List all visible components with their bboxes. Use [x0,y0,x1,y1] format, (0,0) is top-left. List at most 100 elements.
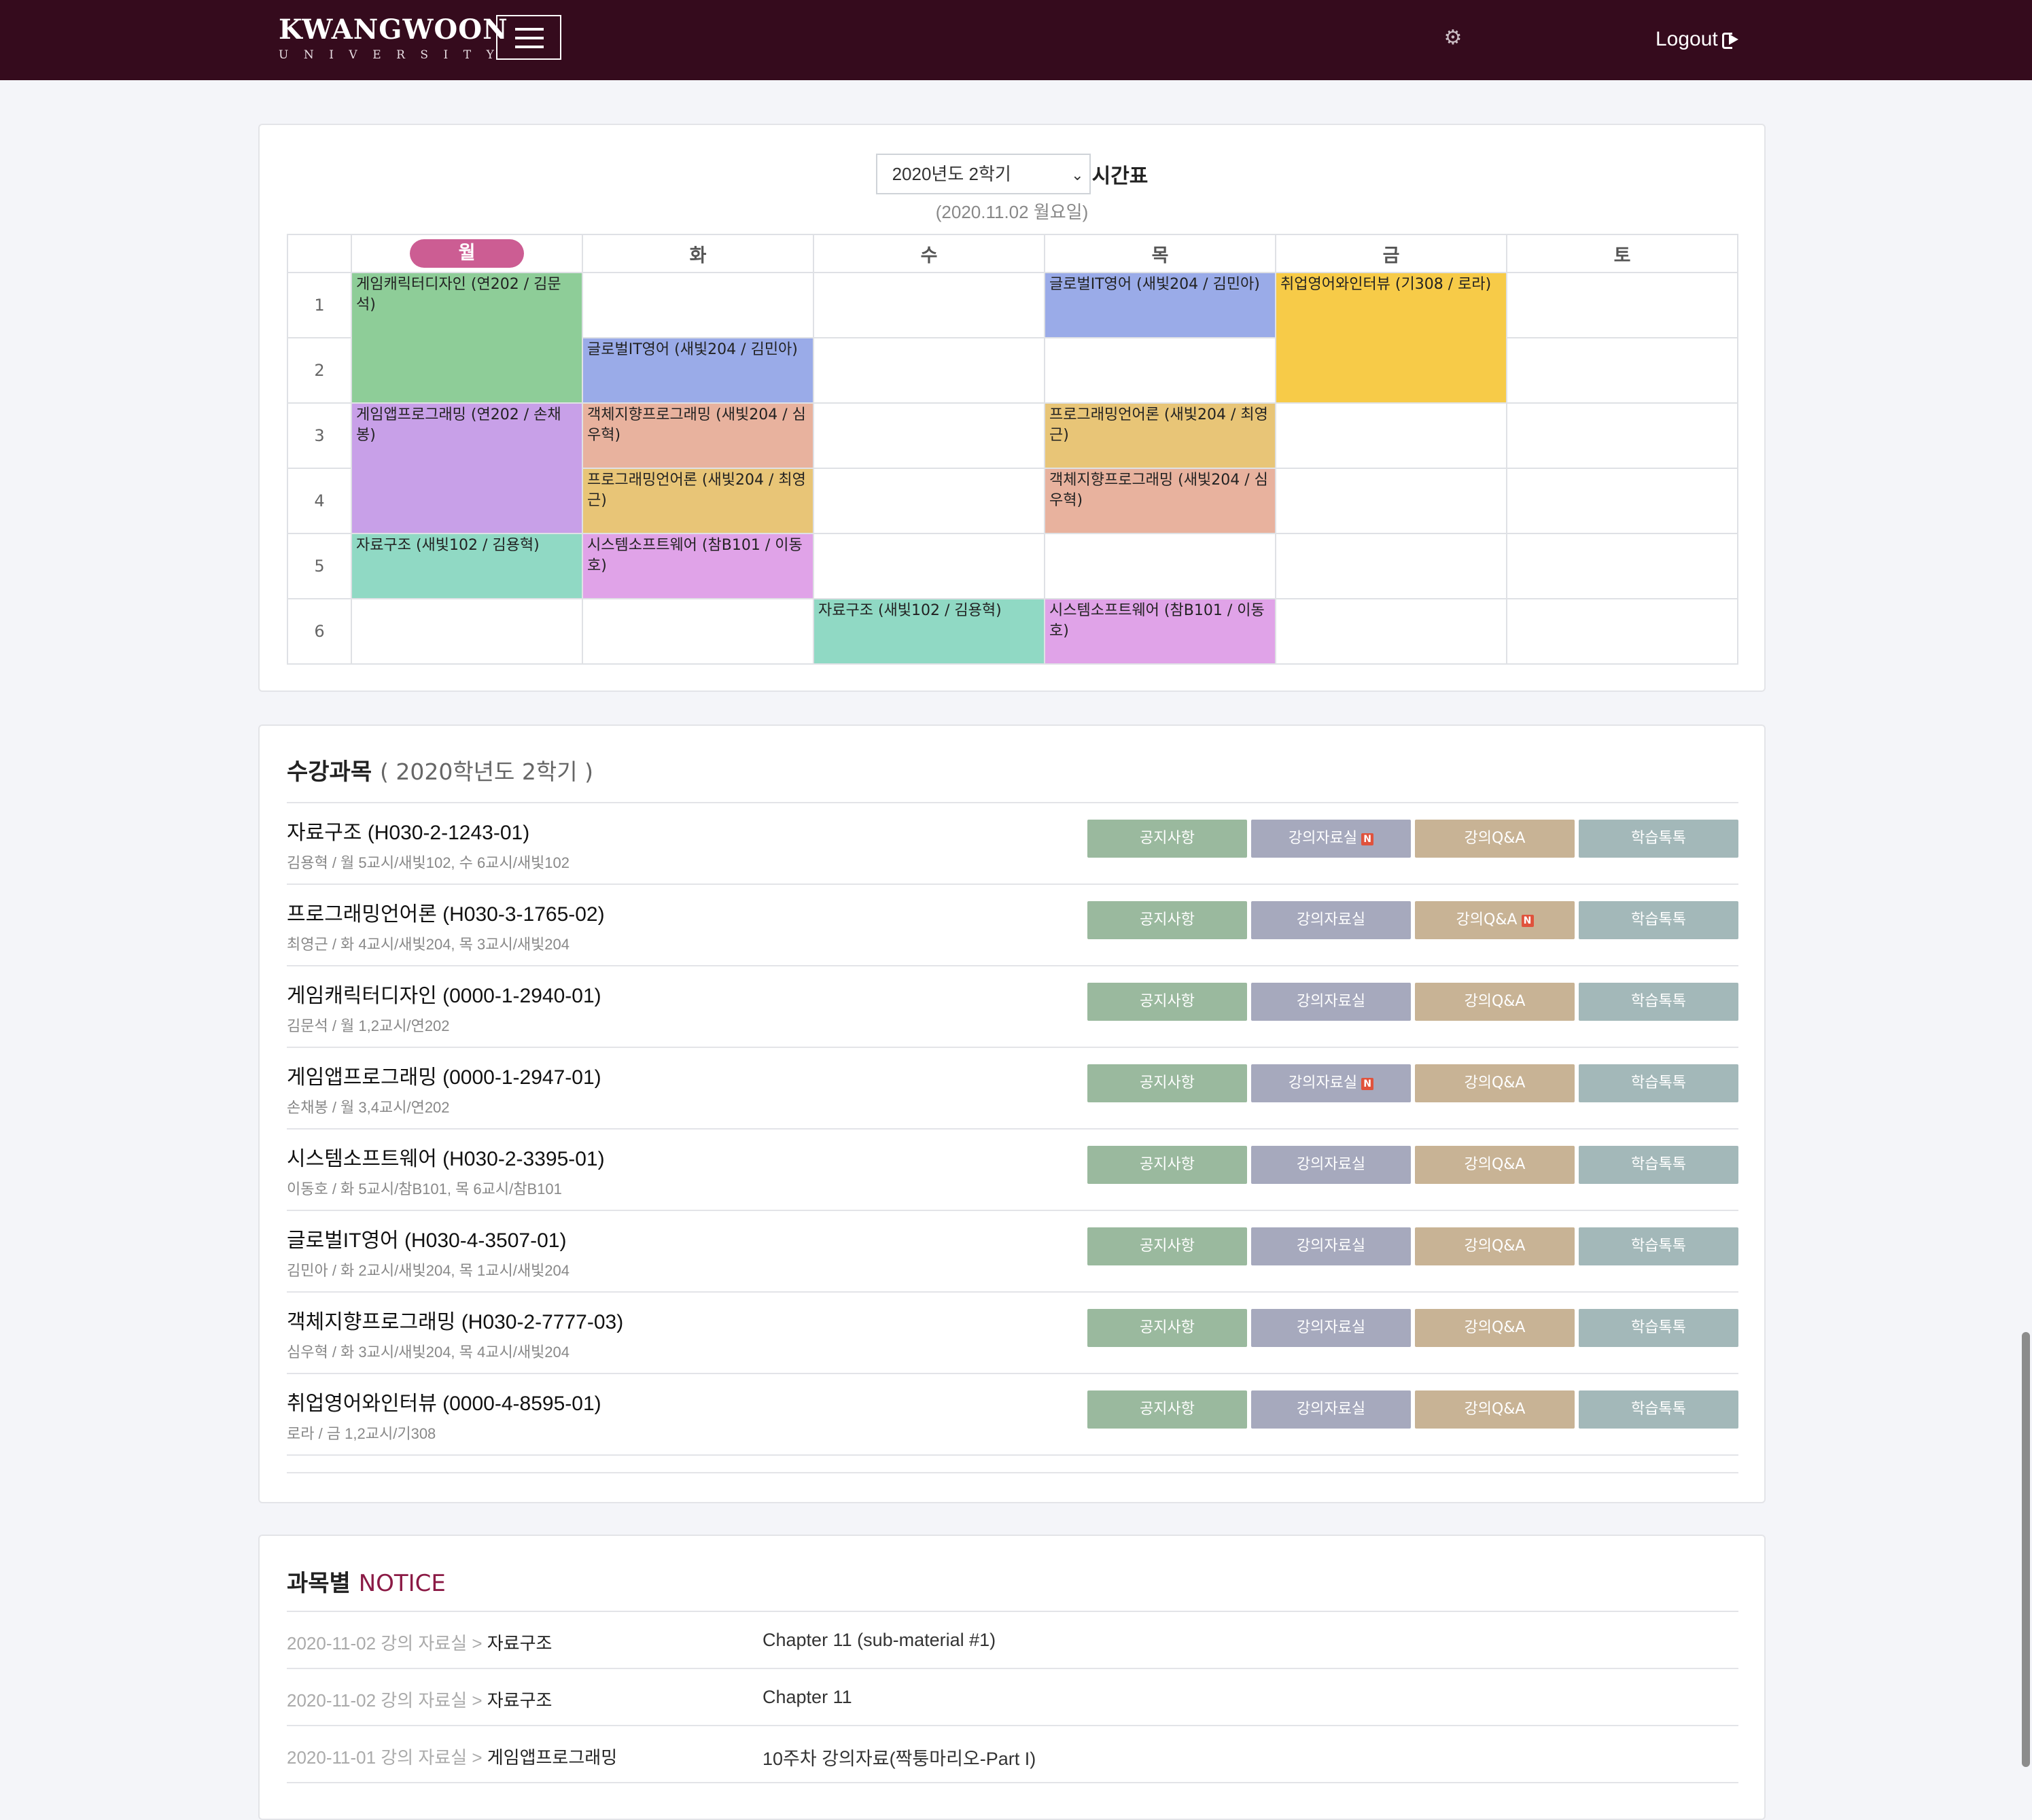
day-header-sat: 토 [1506,234,1738,273]
materials-button[interactable]: 강의자료실 [1251,1227,1411,1265]
qa-button[interactable]: 강의Q&A [1415,1227,1575,1265]
notice-button-label: 공지사항 [1140,1074,1195,1091]
class-block[interactable]: 게임앱프로그래밍 (연202 / 손채봉) [351,402,583,534]
course-name[interactable]: 자료구조 (H030-2-1243-01) [287,816,529,845]
notice-date-board: 2020-11-02 강의 자료실 > [287,1633,487,1653]
materials-button[interactable]: 강의자료실 [1251,1146,1411,1184]
class-block[interactable]: 객체지향프로그래밍 (새빛204 / 심우혁) [582,402,814,469]
course-name[interactable]: 시스템소프트웨어 (H030-2-3395-01) [287,1142,605,1172]
talk-button[interactable]: 학습톡톡 [1579,983,1738,1021]
notice-item-title[interactable]: 10주차 강의자료(짝퉁마리오-Part I) [763,1744,1036,1770]
notice-item[interactable]: 2020-11-02 강의 자료실 > 자료구조 Chapter 11 (sub… [287,1612,1738,1669]
qa-button[interactable]: 강의Q&A N [1415,901,1575,939]
course-buttons: 공지사항 강의자료실 N 강의Q&A 학습톡톡 [1087,820,1738,858]
materials-button[interactable]: 강의자료실 [1251,983,1411,1021]
course-buttons: 공지사항 강의자료실 강의Q&A 학습톡톡 [1087,1227,1738,1265]
empty-slot [813,337,1045,404]
class-block[interactable]: 취업영어와인터뷰 (기308 / 로라) [1275,272,1507,404]
class-block[interactable]: 글로벌IT영어 (새빛204 / 김민아) [582,337,814,404]
qa-button[interactable]: 강의Q&A [1415,1064,1575,1102]
class-block[interactable]: 시스템소프트웨어 (참B101 / 이동호) [1044,598,1276,665]
materials-button-label: 강의자료실 [1296,1238,1366,1255]
class-label: 자료구조 (새빛102 / 김용혁) [818,602,1002,619]
period-number: 2 [287,337,352,404]
semester-select[interactable]: 2020년도 2학기 ⌄ [875,154,1091,194]
class-block[interactable]: 게임캐릭터디자인 (연202 / 김문석) [351,272,583,404]
logo-main-text: KWANGWOON [279,14,508,46]
notice-button[interactable]: 공지사항 [1087,1390,1247,1429]
course-name[interactable]: 객체지향프로그래밍 (H030-2-7777-03) [287,1305,623,1335]
notice-item-title[interactable]: Chapter 11 [763,1687,852,1708]
gear-icon[interactable]: ⚙ [1443,28,1462,48]
menu-toggle-button[interactable] [496,15,561,60]
materials-button[interactable]: 강의자료실 N [1251,820,1411,858]
course-name[interactable]: 글로벌IT영어 (H030-4-3507-01) [287,1223,566,1253]
period-number: 5 [287,533,352,599]
notice-meta: 2020-11-02 강의 자료실 > 자료구조 [287,1630,552,1655]
day-header-tue: 화 [582,234,814,273]
class-block[interactable]: 자료구조 (새빛102 / 김용혁) [813,598,1045,665]
materials-button[interactable]: 강의자료실 [1251,1390,1411,1429]
talk-button[interactable]: 학습톡톡 [1579,1146,1738,1184]
empty-slot [351,598,583,665]
talk-button[interactable]: 학습톡톡 [1579,1064,1738,1102]
qa-button[interactable]: 강의Q&A [1415,820,1575,858]
page-scrollbar-thumb[interactable] [2022,1332,2030,1767]
materials-button-label: 강의자료실 [1296,1319,1366,1336]
class-label: 시스템소프트웨어 (참B101 / 이동호) [1049,602,1265,640]
qa-button[interactable]: 강의Q&A [1415,1390,1575,1429]
talk-button[interactable]: 학습톡톡 [1579,1390,1738,1429]
empty-slot [813,533,1045,599]
talk-button-label: 학습톡톡 [1631,830,1686,847]
empty-slot [1506,533,1738,599]
notice-item-title[interactable]: Chapter 11 (sub-material #1) [763,1630,996,1651]
notice-button[interactable]: 공지사항 [1087,820,1247,858]
notice-meta: 2020-11-02 강의 자료실 > 자료구조 [287,1687,552,1712]
notice-item[interactable]: 2020-11-01 강의 자료실 > 게임앱프로그래밍 10주차 강의자료(짝… [287,1726,1738,1783]
notice-button[interactable]: 공지사항 [1087,983,1247,1021]
timetable-grid: 월 화 수 목 금 토 1 게임캐릭터디자인 (연202 / 김문석) 글로벌I… [287,234,1738,665]
materials-button[interactable]: 강의자료실 [1251,1309,1411,1347]
period-number: 1 [287,272,352,338]
talk-button[interactable]: 학습톡톡 [1579,1309,1738,1347]
empty-slot [813,272,1045,338]
university-logo[interactable]: KWANGWOON UNIVERSITY [279,14,509,63]
talk-button[interactable]: 학습톡톡 [1579,820,1738,858]
talk-button[interactable]: 학습톡톡 [1579,901,1738,939]
course-info: 로라 / 금 1,2교시/기308 [287,1425,436,1442]
materials-button[interactable]: 강의자료실 [1251,901,1411,939]
day-header-thu: 목 [1044,234,1276,273]
notice-card: 과목별 NOTICE 2020-11-02 강의 자료실 > 자료구조 Chap… [258,1535,1766,1820]
course-row: 취업영어와인터뷰 (0000-4-8595-01) 로라 / 금 1,2교시/기… [287,1374,1738,1456]
qa-button-label: 강의Q&A [1464,830,1526,847]
class-block[interactable]: 시스템소프트웨어 (참B101 / 이동호) [582,533,814,599]
notice-course: 게임앱프로그래밍 [487,1747,618,1768]
class-block[interactable]: 글로벌IT영어 (새빛204 / 김민아) [1044,272,1276,338]
notice-item[interactable]: 2020-11-02 강의 자료실 > 자료구조 Chapter 11 [287,1669,1738,1726]
notice-button-label: 공지사항 [1140,911,1195,928]
course-name[interactable]: 취업영어와인터뷰 (0000-4-8595-01) [287,1386,601,1416]
class-block[interactable]: 객체지향프로그래밍 (새빛204 / 심우혁) [1044,468,1276,534]
active-day-pill: 월 [410,239,524,268]
class-block[interactable]: 자료구조 (새빛102 / 김용혁) [351,533,583,599]
course-name[interactable]: 프로그래밍언어론 (H030-3-1765-02) [287,897,605,927]
course-row: 게임앱프로그래밍 (0000-1-2947-01) 손채봉 / 월 3,4교시/… [287,1048,1738,1130]
notice-button[interactable]: 공지사항 [1087,1064,1247,1102]
notice-button[interactable]: 공지사항 [1087,1227,1247,1265]
qa-button[interactable]: 강의Q&A [1415,983,1575,1021]
notice-button[interactable]: 공지사항 [1087,1146,1247,1184]
materials-button[interactable]: 강의자료실 N [1251,1064,1411,1102]
class-block[interactable]: 프로그래밍언어론 (새빛204 / 최영근) [1044,402,1276,469]
notice-button[interactable]: 공지사항 [1087,901,1247,939]
course-name[interactable]: 게임캐릭터디자인 (0000-1-2940-01) [287,979,601,1009]
qa-button[interactable]: 강의Q&A [1415,1309,1575,1347]
course-name[interactable]: 게임앱프로그래밍 (0000-1-2947-01) [287,1060,601,1090]
empty-slot [1275,533,1507,599]
talk-button[interactable]: 학습톡톡 [1579,1227,1738,1265]
course-info: 손채봉 / 월 3,4교시/연202 [287,1099,450,1116]
qa-button[interactable]: 강의Q&A [1415,1146,1575,1184]
course-row: 게임캐릭터디자인 (0000-1-2940-01) 김문석 / 월 1,2교시/… [287,966,1738,1048]
logout-button[interactable]: Logout [1656,23,1741,56]
class-block[interactable]: 프로그래밍언어론 (새빛204 / 최영근) [582,468,814,534]
notice-button[interactable]: 공지사항 [1087,1309,1247,1347]
